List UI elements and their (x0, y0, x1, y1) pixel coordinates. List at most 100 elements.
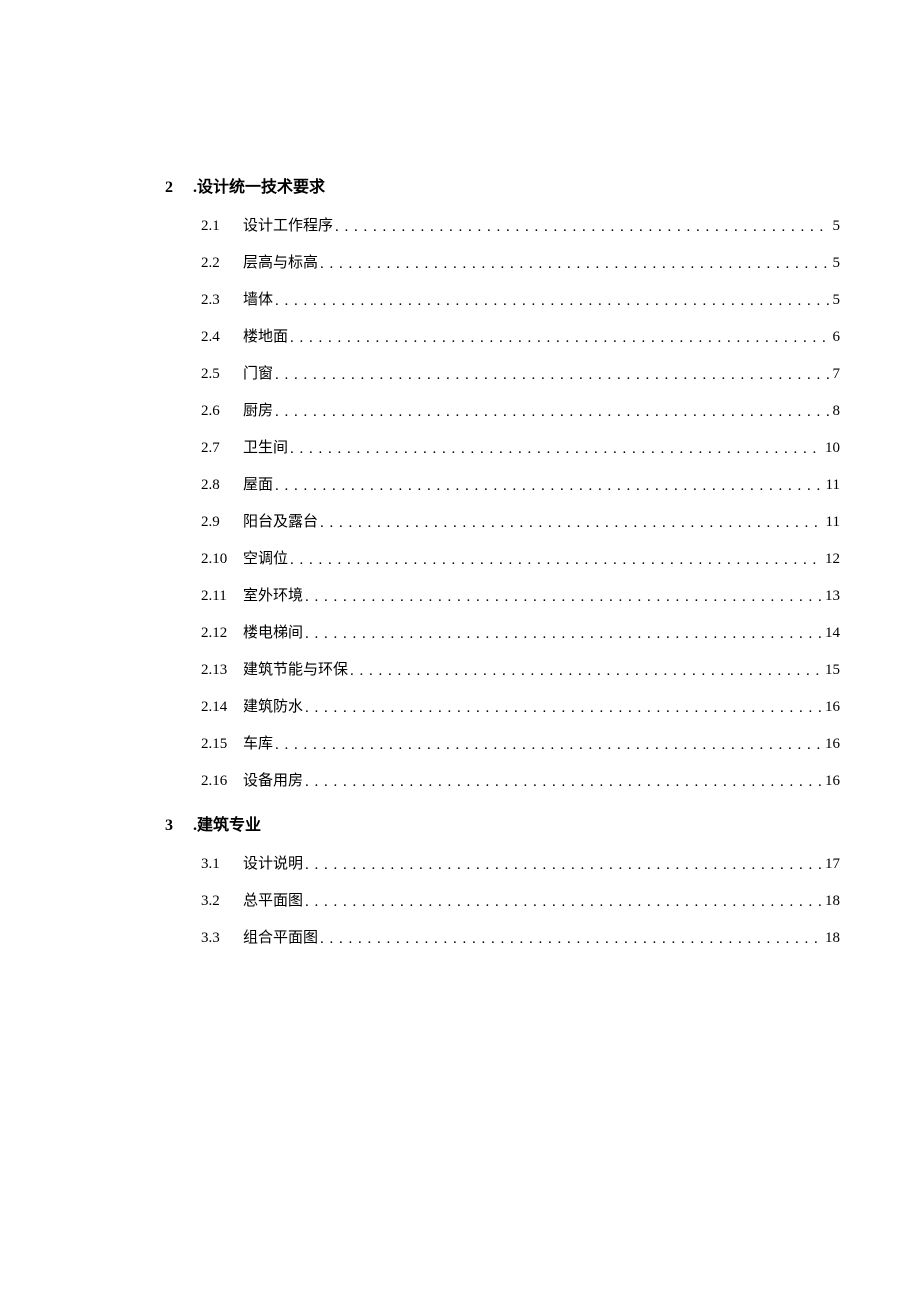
section-header-3: 3 . 建筑专业 (165, 811, 840, 835)
toc-entry: 2.7卫生间 10 (201, 441, 840, 456)
section-title: 建筑专业 (197, 811, 261, 835)
section-header-2: 2 . 设计统一技术要求 (165, 173, 840, 197)
toc-entry: 3.2总平面图 18 (201, 894, 840, 909)
toc-number: 2.15 (201, 737, 243, 752)
toc-title: 门窗 (243, 367, 273, 382)
toc-number: 2.6 (201, 404, 243, 419)
toc-number: 2.1 (201, 219, 243, 234)
toc-title: 墙体 (243, 293, 273, 308)
toc-number: 2.14 (201, 700, 243, 715)
toc-title: 设计工作程序 (243, 219, 333, 234)
toc-title: 屋面 (243, 478, 273, 493)
toc-page-number: 16 (825, 737, 840, 752)
toc-leader-dots (275, 738, 821, 753)
toc-page-number: 5 (833, 219, 841, 234)
toc-number: 2.12 (201, 626, 243, 641)
toc-leader-dots (290, 331, 828, 346)
toc-title: 阳台及露台 (243, 515, 318, 530)
toc-page-number: 5 (833, 256, 841, 271)
toc-entry: 2.10空调位 12 (201, 552, 840, 567)
toc-leader-dots (290, 442, 821, 457)
toc-page-number: 10 (825, 441, 840, 456)
toc-title: 楼地面 (243, 330, 288, 345)
toc-entry: 2.3墙体 5 (201, 293, 840, 308)
toc-leader-dots (320, 516, 822, 531)
toc-page-number: 8 (833, 404, 841, 419)
toc-title: 室外环境 (243, 589, 303, 604)
toc-entry: 2.13建筑节能与环保 15 (201, 663, 840, 678)
toc-entry: 2.1设计工作程序 5 (201, 219, 840, 234)
toc-title: 设备用房 (243, 774, 303, 789)
section-number: 2 (165, 179, 183, 197)
toc-number: 2.8 (201, 478, 243, 493)
toc-leader-dots (290, 553, 821, 568)
toc-number: 2.2 (201, 256, 243, 271)
toc-title: 厨房 (243, 404, 273, 419)
toc-page-number: 18 (825, 894, 840, 909)
toc-leader-dots (320, 257, 828, 272)
toc-leader-dots (275, 479, 822, 494)
toc-page-number: 11 (826, 478, 840, 493)
toc-leader-dots (350, 664, 821, 679)
toc-page-number: 11 (826, 515, 840, 530)
toc-entry: 2.6厨房 8 (201, 404, 840, 419)
toc-number: 2.11 (201, 589, 243, 604)
toc-entry: 2.2层高与标高 5 (201, 256, 840, 271)
toc-entry: 2.8屋面 11 (201, 478, 840, 493)
toc-entry: 2.15车库 16 (201, 737, 840, 752)
toc-title: 楼电梯间 (243, 626, 303, 641)
toc-entry: 2.4楼地面 6 (201, 330, 840, 345)
toc-page-number: 16 (825, 700, 840, 715)
page-content: 2 . 设计统一技术要求 2.1设计工作程序 5 2.2层高与标高 5 2.3墙体 5… (0, 0, 920, 946)
toc-number: 3.2 (201, 894, 243, 909)
toc-leader-dots (275, 294, 828, 309)
toc-page-number: 14 (825, 626, 840, 641)
toc-entry: 3.3组合平面图 18 (201, 931, 840, 946)
toc-title: 建筑节能与环保 (243, 663, 348, 678)
toc-number: 3.3 (201, 931, 243, 946)
toc-number: 2.13 (201, 663, 243, 678)
toc-page-number: 15 (825, 663, 840, 678)
toc-page-number: 7 (833, 367, 841, 382)
toc-title: 车库 (243, 737, 273, 752)
toc-number: 2.4 (201, 330, 243, 345)
toc-entry: 2.5门窗7 (201, 367, 840, 382)
toc-title: 空调位 (243, 552, 288, 567)
toc-number: 2.3 (201, 293, 243, 308)
toc-entry: 2.9阳台及露台11 (201, 515, 840, 530)
section-title: 设计统一技术要求 (197, 173, 325, 197)
toc-title: 设计说明 (243, 857, 303, 872)
toc-page-number: 5 (833, 293, 841, 308)
toc-list-section-2: 2.1设计工作程序5 2.2层高与标高5 2.3墙体5 2.4楼地面6 2.5门… (165, 219, 840, 789)
toc-entry: 3.1设计说明 17 (201, 857, 840, 872)
toc-entry: 2.16设备用房 16 (201, 774, 840, 789)
toc-number: 2.16 (201, 774, 243, 789)
toc-page-number: 16 (825, 774, 840, 789)
toc-title: 建筑防水 (243, 700, 303, 715)
toc-title: 组合平面图 (243, 931, 318, 946)
toc-number: 3.1 (201, 857, 243, 872)
toc-title: 卫生间 (243, 441, 288, 456)
toc-entry: 2.11室外环境 13 (201, 589, 840, 604)
toc-leader-dots (305, 701, 821, 716)
toc-leader-dots (305, 895, 821, 910)
toc-list-section-3: 3.1设计说明 17 3.2总平面图 18 3.3组合平面图 18 (165, 857, 840, 946)
toc-number: 2.10 (201, 552, 243, 567)
toc-leader-dots (320, 932, 821, 947)
toc-title: 层高与标高 (243, 256, 318, 271)
toc-page-number: 6 (833, 330, 841, 345)
toc-leader-dots (305, 858, 821, 873)
toc-page-number: 13 (825, 589, 840, 604)
toc-leader-dots (335, 220, 828, 235)
toc-number: 2.7 (201, 441, 243, 456)
section-number: 3 (165, 817, 183, 835)
toc-page-number: 18 (825, 931, 840, 946)
toc-page-number: 12 (825, 552, 840, 567)
toc-leader-dots (275, 368, 828, 383)
toc-leader-dots (305, 590, 821, 605)
toc-title: 总平面图 (243, 894, 303, 909)
toc-entry: 2.12楼电梯间 14 (201, 626, 840, 641)
toc-entry: 2.14建筑防水 16 (201, 700, 840, 715)
toc-page-number: 17 (825, 857, 840, 872)
toc-leader-dots (275, 405, 828, 420)
